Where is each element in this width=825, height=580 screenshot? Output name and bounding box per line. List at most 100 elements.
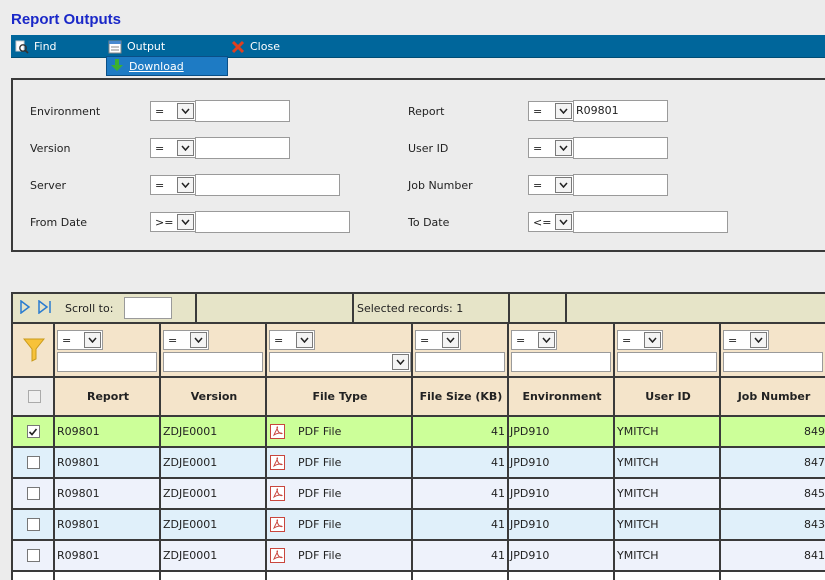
file-type-filter-select[interactable] (269, 352, 411, 372)
from-date-operator-select[interactable]: >= (150, 212, 196, 232)
row-select-cell (13, 541, 53, 570)
report-cell: R09801 (57, 456, 100, 469)
file-size-filter-input[interactable] (415, 352, 505, 372)
chevron-down-icon (392, 354, 409, 370)
environment-operator-select[interactable]: = (150, 101, 196, 121)
user-id-cell: YMITCH (617, 549, 659, 562)
user-id-cell: YMITCH (617, 456, 659, 469)
version-input[interactable] (195, 137, 290, 159)
toolbar: Find Output Close (11, 35, 825, 58)
environment-filter-input[interactable] (511, 352, 611, 372)
table-row[interactable]: R09801 ZDJE0001 PDF File 41 JPD910 YMITCH 843 (13, 510, 825, 541)
select-all-checkbox[interactable] (27, 390, 41, 403)
version-cell: ZDJE0001 (163, 456, 218, 469)
job-number-cell: 841 (804, 549, 825, 562)
job-number-filter-op[interactable]: = (723, 330, 769, 350)
filter-row: = = = = = = = (13, 324, 825, 378)
table-row[interactable]: R09801 ZDJE0001 PDF File 41 JPD910 YMITCH 845 (13, 479, 825, 510)
row-checkbox[interactable] (26, 518, 40, 531)
version-filter-op[interactable]: = (163, 330, 209, 350)
column-header-version[interactable]: Version (161, 378, 267, 415)
job-number-input[interactable] (573, 174, 668, 196)
report-input[interactable]: R09801 (573, 100, 668, 122)
server-operator-select[interactable]: = (150, 175, 196, 195)
file-size-filter-op[interactable]: = (415, 330, 461, 350)
job-number-cell: 843 (804, 518, 825, 531)
download-menu-item[interactable]: Download (106, 56, 228, 76)
close-button[interactable]: Close (231, 35, 280, 58)
column-header-file-size[interactable]: File Size (KB) (413, 378, 509, 415)
find-label: Find (34, 40, 57, 53)
user-id-cell: YMITCH (617, 518, 659, 531)
report-label: Report (408, 105, 445, 118)
table-row[interactable]: R09801 ZDJE0001 PDF File 41 JPD910 YMITCH 849 (13, 417, 825, 448)
version-filter-input[interactable] (163, 352, 263, 372)
search-form: Environment = Version = Server = From Da… (11, 78, 825, 252)
row-checkbox[interactable] (26, 487, 40, 500)
environment-filter-op[interactable]: = (511, 330, 557, 350)
download-label: Download (129, 59, 184, 73)
table-row[interactable]: R09801 ZDJE0001 PDF File 41 JPD910 YMITCH 847 (13, 448, 825, 479)
find-icon (15, 40, 29, 54)
column-header-user-id[interactable]: User ID (615, 378, 721, 415)
chevron-down-icon (84, 332, 101, 348)
next-page-icon[interactable] (19, 299, 31, 317)
find-button[interactable]: Find (15, 35, 57, 58)
to-date-operator-select[interactable]: <= (528, 212, 574, 232)
output-button[interactable]: Output (108, 35, 165, 58)
file-type-cell[interactable]: PDF File (267, 541, 409, 570)
chevron-down-icon (555, 103, 572, 119)
grid-toolbar-spacer (197, 294, 354, 322)
job-number-operator-select[interactable]: = (528, 175, 574, 195)
file-type-filter-op[interactable]: = (269, 330, 315, 350)
row-checkbox[interactable] (26, 456, 40, 469)
scroll-to-input[interactable] (124, 297, 173, 319)
pdf-icon (270, 486, 285, 501)
pdf-icon (270, 517, 285, 532)
user-id-filter-input[interactable] (617, 352, 717, 372)
chevron-down-icon (442, 332, 459, 348)
server-input[interactable] (195, 174, 340, 196)
filter-icon[interactable] (22, 337, 46, 366)
column-header-job-number[interactable]: Job Number (721, 378, 825, 415)
report-cell: R09801 (57, 518, 100, 531)
environment-cell: JPD910 (510, 456, 550, 469)
last-page-icon[interactable] (37, 299, 53, 317)
chevron-down-icon (177, 214, 194, 230)
report-filter-op[interactable]: = (57, 330, 103, 350)
job-number-cell: 847 (804, 456, 825, 469)
column-header-file-type[interactable]: File Type (267, 378, 413, 415)
column-header-environment[interactable]: Environment (509, 378, 615, 415)
version-operator-select[interactable]: = (150, 138, 196, 158)
pdf-icon (270, 424, 285, 439)
user-id-operator-select[interactable]: = (528, 138, 574, 158)
user-id-label: User ID (408, 142, 449, 155)
chevron-down-icon (555, 140, 572, 156)
chevron-down-icon (538, 332, 555, 348)
pdf-icon (270, 548, 285, 563)
file-type-cell[interactable]: PDF File (267, 510, 409, 539)
version-cell: ZDJE0001 (163, 518, 218, 531)
report-filter-input[interactable] (57, 352, 157, 372)
from-date-input[interactable] (195, 211, 350, 233)
user-id-input[interactable] (573, 137, 668, 159)
row-checkbox[interactable] (26, 425, 40, 438)
file-type-cell[interactable]: PDF File (267, 479, 409, 508)
version-cell: ZDJE0001 (163, 549, 218, 562)
to-date-input[interactable] (573, 211, 728, 233)
report-operator-select[interactable]: = (528, 101, 574, 121)
file-type-cell[interactable]: PDF File (267, 417, 409, 446)
environment-input[interactable] (195, 100, 290, 122)
environment-label: Environment (30, 105, 101, 118)
row-checkbox[interactable] (26, 549, 40, 562)
job-number-filter-input[interactable] (723, 352, 823, 372)
column-header-report[interactable]: Report (55, 378, 161, 415)
row-select-cell (13, 510, 53, 539)
output-icon (108, 40, 122, 54)
environment-cell: JPD910 (510, 549, 550, 562)
table-row[interactable]: R09801 ZDJE0001 PDF File 41 JPD910 YMITCH 841 (13, 541, 825, 572)
file-type-cell[interactable]: PDF File (267, 448, 409, 477)
environment-cell: JPD910 (510, 518, 550, 531)
report-cell: R09801 (57, 549, 100, 562)
user-id-filter-op[interactable]: = (617, 330, 663, 350)
